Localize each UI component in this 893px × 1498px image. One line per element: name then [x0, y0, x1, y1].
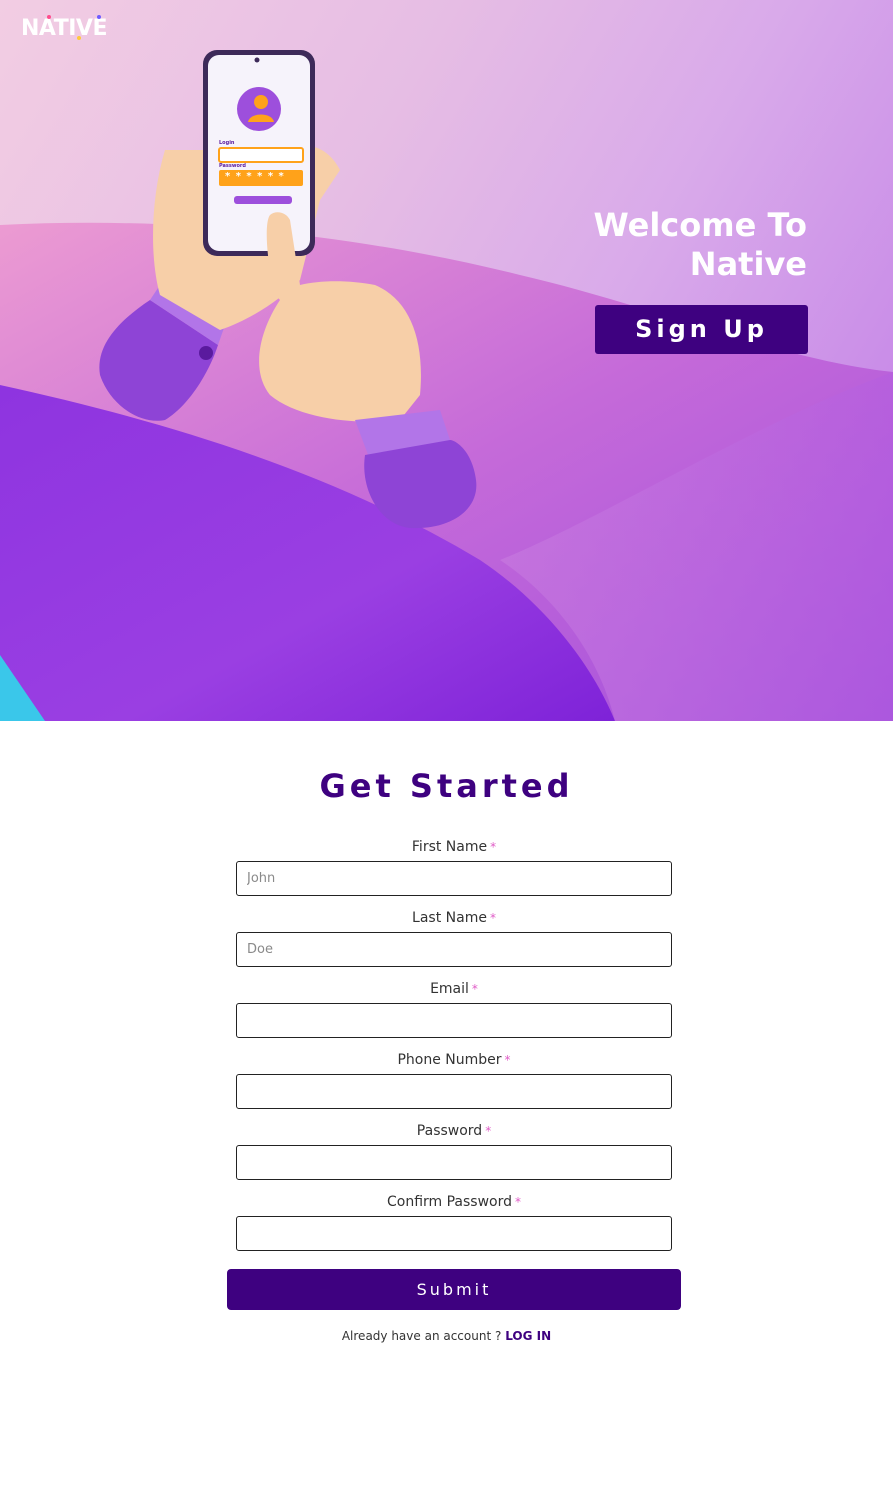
- login-link[interactable]: LOG IN: [505, 1329, 551, 1343]
- login-prompt: Already have an account ? LOG IN: [0, 1327, 893, 1345]
- first-name-label: First Name *: [236, 838, 672, 856]
- phone-number-input[interactable]: [236, 1074, 672, 1109]
- logo-accent-dot: [77, 36, 81, 40]
- submit-button[interactable]: Submit: [227, 1269, 681, 1310]
- email-label-text: Email: [430, 981, 469, 997]
- first-name-label-text: First Name: [411, 839, 488, 855]
- logo-text: NATIVE: [21, 16, 107, 41]
- logo-accent-dot: [97, 15, 101, 19]
- phone-password-mask: * * * * * *: [225, 171, 285, 182]
- last-name-label-text: Last Name: [412, 910, 487, 926]
- hero-background-waves: [0, 50, 893, 721]
- welcome-line-2: Native: [689, 245, 807, 283]
- phone-password-label: Password: [219, 163, 246, 169]
- signup-button[interactable]: Sign Up: [595, 305, 808, 354]
- phone-login-label: Login: [219, 140, 235, 146]
- required-mark: *: [515, 1195, 522, 1209]
- logo-accent-dot: [47, 15, 51, 19]
- required-mark: *: [485, 1124, 492, 1138]
- email-input[interactable]: [236, 1003, 672, 1038]
- hero-banner: Login Password * * * * * * NATIVE Welcom…: [0, 0, 893, 721]
- phone-number-label-text: Phone Number: [397, 1052, 502, 1068]
- confirm-password-label: Confirm Password *: [236, 1193, 672, 1211]
- password-label: Password *: [236, 1122, 672, 1140]
- required-mark: *: [471, 982, 478, 996]
- last-name-input[interactable]: [236, 932, 672, 967]
- welcome-heading: Welcome To Native: [487, 206, 807, 284]
- login-prompt-text: Already have an account ?: [341, 1329, 502, 1343]
- required-mark: *: [504, 1053, 511, 1067]
- confirm-password-input[interactable]: [236, 1216, 672, 1251]
- email-label: Email *: [236, 980, 672, 998]
- confirm-password-label-text: Confirm Password: [386, 1194, 513, 1210]
- native-logo[interactable]: NATIVE: [21, 15, 133, 42]
- last-name-label: Last Name *: [236, 909, 672, 927]
- password-label-text: Password: [416, 1123, 483, 1139]
- password-input[interactable]: [236, 1145, 672, 1180]
- first-name-input[interactable]: [236, 861, 672, 896]
- form-title: Get Started: [319, 767, 574, 805]
- required-mark: *: [489, 911, 496, 925]
- required-mark: *: [490, 840, 497, 854]
- phone-number-label: Phone Number *: [236, 1051, 672, 1069]
- welcome-line-1: Welcome To: [593, 206, 807, 244]
